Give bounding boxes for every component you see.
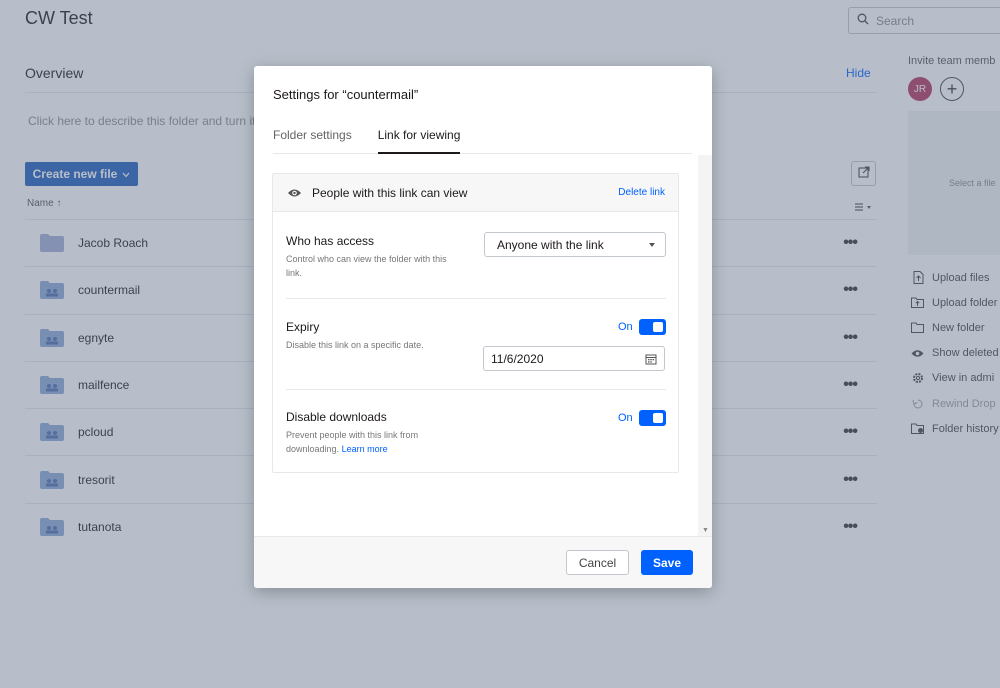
downloads-toggle-label: On: [618, 412, 633, 424]
downloads-description-wrap: Prevent people with this link from downl…: [286, 428, 456, 456]
access-select[interactable]: Anyone with the link: [484, 232, 666, 257]
downloads-title: Disable downloads: [286, 410, 387, 424]
modal-scroll-area: People with this link can view Delete li…: [254, 155, 712, 536]
link-header: People with this link can view Delete li…: [273, 174, 678, 212]
section-divider: [286, 389, 666, 390]
tab-link-for-viewing[interactable]: Link for viewing: [377, 128, 461, 154]
toggle-knob: [652, 322, 663, 332]
delete-link-button[interactable]: Delete link: [618, 187, 665, 198]
modal-scrollbar[interactable]: ▼: [698, 155, 712, 536]
access-select-value: Anyone with the link: [497, 237, 604, 252]
settings-modal: Settings for “countermail” Folder settin…: [254, 66, 712, 588]
scroll-down-arrow-icon[interactable]: ▼: [702, 527, 709, 534]
expiry-toggle-group: On: [618, 319, 666, 335]
downloads-toggle-group: On: [618, 410, 666, 426]
expiry-title: Expiry: [286, 320, 320, 334]
modal-tabs: Folder settings Link for viewing: [273, 128, 692, 154]
link-header-text: People with this link can view: [312, 185, 468, 200]
save-button[interactable]: Save: [641, 550, 693, 575]
calendar-icon[interactable]: [645, 353, 657, 368]
expiry-toggle-label: On: [618, 321, 633, 333]
link-settings-card: People with this link can view Delete li…: [272, 173, 679, 473]
toggle-knob: [652, 413, 663, 423]
downloads-section: Disable downloads Prevent people with th…: [286, 410, 666, 456]
eye-icon: [287, 188, 302, 198]
tab-folder-settings[interactable]: Folder settings: [273, 128, 352, 154]
expiry-toggle[interactable]: [638, 319, 666, 335]
modal-footer: Cancel Save: [254, 536, 712, 588]
learn-more-link[interactable]: Learn more: [342, 444, 388, 454]
caret-down-icon: [649, 243, 655, 247]
cancel-button[interactable]: Cancel: [566, 550, 629, 575]
expiry-date-value: 11/6/2020: [491, 351, 544, 366]
access-description: Control who can view the folder with thi…: [286, 254, 447, 278]
modal-title: Settings for “countermail”: [273, 87, 419, 102]
section-divider: [286, 298, 666, 299]
expiry-date-input[interactable]: 11/6/2020: [483, 346, 665, 371]
downloads-toggle[interactable]: [638, 410, 666, 426]
